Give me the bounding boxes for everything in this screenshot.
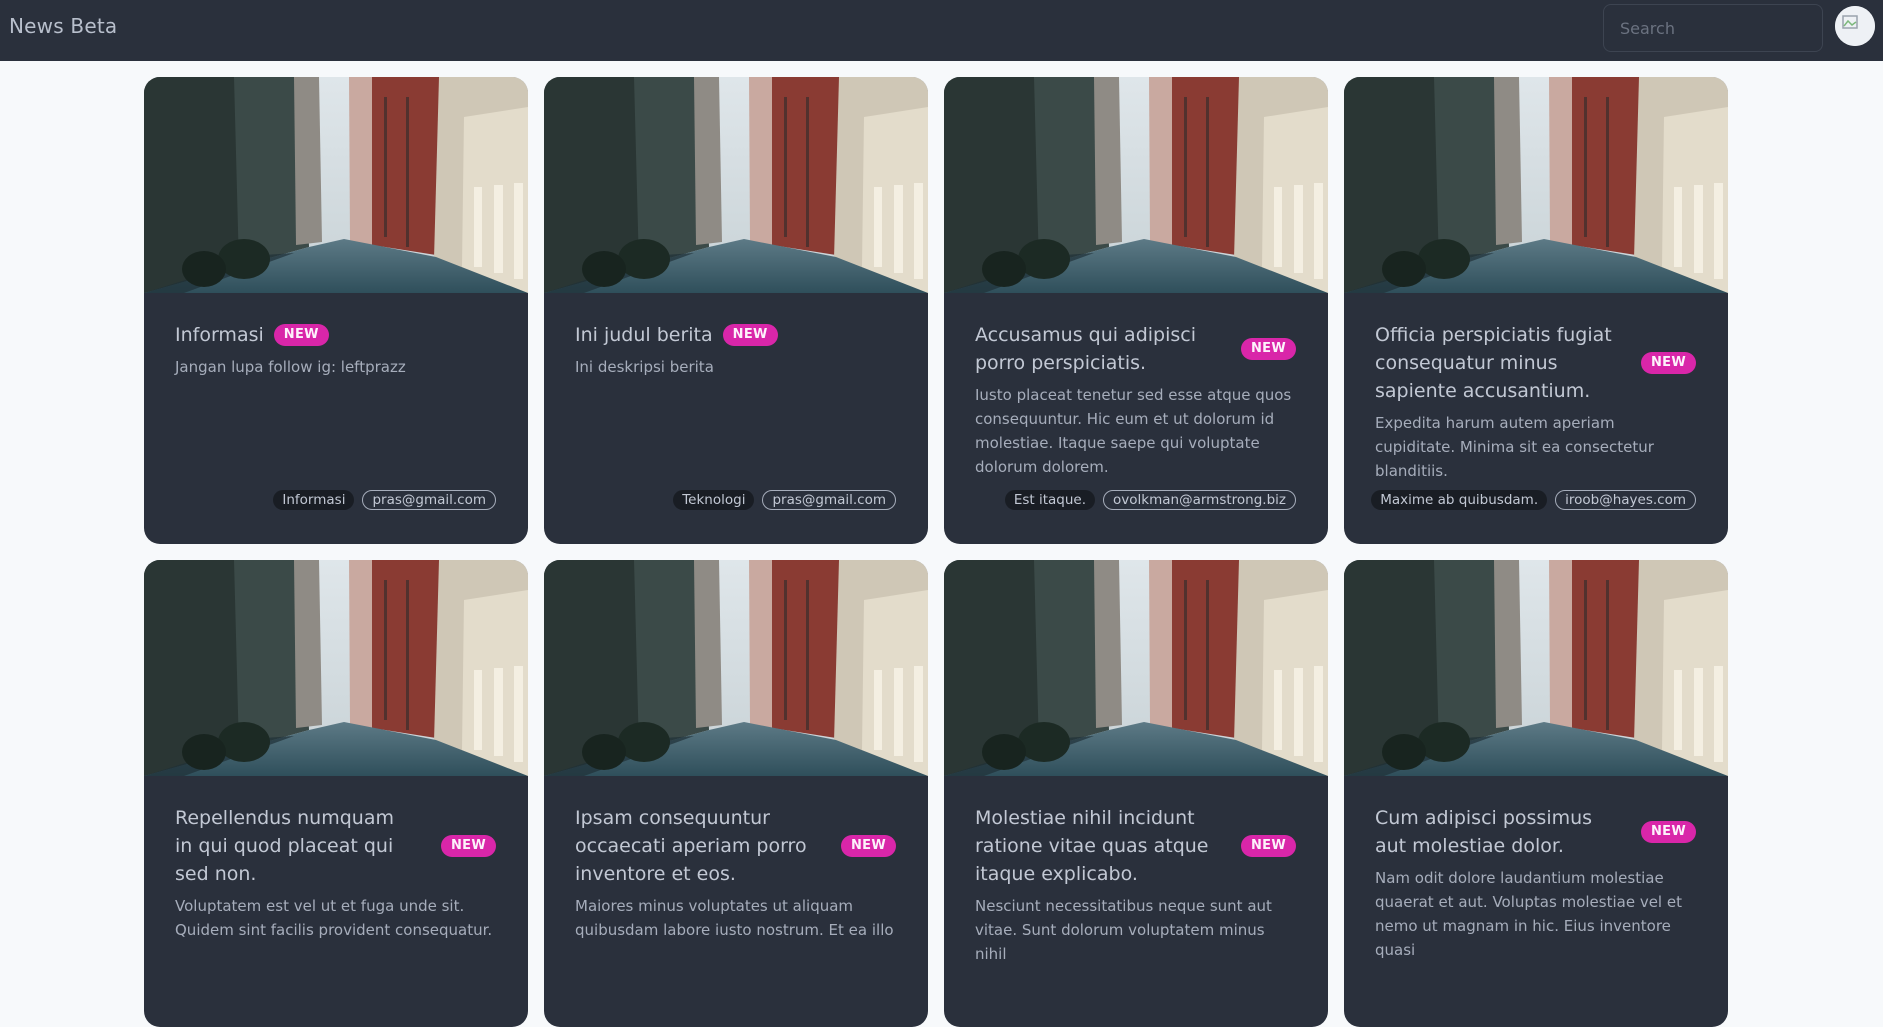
news-title: Repellendus numquam in qui quod placeat …: [175, 807, 394, 885]
news-title: Ini judul berita: [575, 324, 713, 346]
news-title: Ipsam consequuntur occaecati aperiam por…: [575, 807, 807, 885]
news-title: Officia perspiciatis fugiat consequatur …: [1375, 324, 1612, 402]
category-tag[interactable]: Maxime ab quibusdam.: [1371, 490, 1548, 510]
brand-logo[interactable]: News Beta: [9, 14, 117, 38]
news-description: Nam odit dolore laudantium molestiae qua…: [1375, 869, 1682, 959]
news-card[interactable]: Informasi NEW Jangan lupa follow ig: lef…: [144, 77, 528, 544]
news-title: Molestiae nihil incidunt ratione vitae q…: [975, 807, 1209, 885]
news-description: Voluptatem est vel ut et fuga unde sit. …: [175, 897, 493, 939]
news-description: Expedita harum autem aperiam cupiditate.…: [1375, 414, 1654, 480]
news-image: [144, 560, 528, 776]
new-badge: NEW: [441, 835, 496, 857]
news-grid: Informasi NEW Jangan lupa follow ig: lef…: [144, 77, 1728, 1027]
new-badge: NEW: [1241, 835, 1296, 857]
news-title: Informasi: [175, 324, 264, 346]
author-tag[interactable]: ovolkman@armstrong.biz: [1103, 490, 1296, 510]
news-card[interactable]: Accusamus qui adipisci porro perspiciati…: [944, 77, 1328, 544]
new-badge: NEW: [1641, 821, 1696, 843]
new-badge: NEW: [841, 835, 896, 857]
news-description: Jangan lupa follow ig: leftprazz: [175, 358, 406, 376]
broken-image-icon: [1835, 6, 1875, 46]
news-card[interactable]: Officia perspiciatis fugiat consequatur …: [1344, 77, 1728, 544]
news-description: Maiores minus voluptates ut aliquam quib…: [575, 897, 894, 939]
category-tag[interactable]: Est itaque.: [1004, 490, 1096, 510]
news-card[interactable]: Repellendus numquam in qui quod placeat …: [144, 560, 528, 1027]
new-badge: NEW: [1241, 338, 1296, 360]
news-card[interactable]: Ipsam consequuntur occaecati aperiam por…: [544, 560, 928, 1027]
news-title: Accusamus qui adipisci porro perspiciati…: [975, 324, 1196, 374]
category-tag[interactable]: Informasi: [273, 490, 355, 510]
news-image: [144, 77, 528, 293]
author-tag[interactable]: iroob@hayes.com: [1555, 490, 1696, 510]
news-description: Ini deskripsi berita: [575, 358, 714, 376]
news-description: Nesciunt necessitatibus neque sunt aut v…: [975, 897, 1272, 963]
news-image: [944, 77, 1328, 293]
news-card[interactable]: Cum adipisci possimus aut molestiae dolo…: [1344, 560, 1728, 1027]
category-tag[interactable]: Teknologi: [673, 490, 755, 510]
news-title: Cum adipisci possimus aut molestiae dolo…: [1375, 807, 1593, 857]
search-input[interactable]: [1603, 4, 1823, 52]
new-badge: NEW: [1641, 352, 1696, 374]
news-image: [1344, 560, 1728, 776]
user-avatar[interactable]: [1835, 6, 1875, 46]
news-card[interactable]: Molestiae nihil incidunt ratione vitae q…: [944, 560, 1328, 1027]
news-image: [544, 560, 928, 776]
news-image: [544, 77, 928, 293]
news-image: [1344, 77, 1728, 293]
author-tag[interactable]: pras@gmail.com: [762, 490, 896, 510]
news-card[interactable]: Ini judul berita NEW Ini deskripsi berit…: [544, 77, 928, 544]
author-tag[interactable]: pras@gmail.com: [362, 490, 496, 510]
new-badge: NEW: [273, 324, 329, 346]
new-badge: NEW: [722, 324, 778, 346]
news-description: Iusto placeat tenetur sed esse atque quo…: [975, 386, 1292, 476]
top-navbar: News Beta: [0, 0, 1883, 61]
news-image: [944, 560, 1328, 776]
